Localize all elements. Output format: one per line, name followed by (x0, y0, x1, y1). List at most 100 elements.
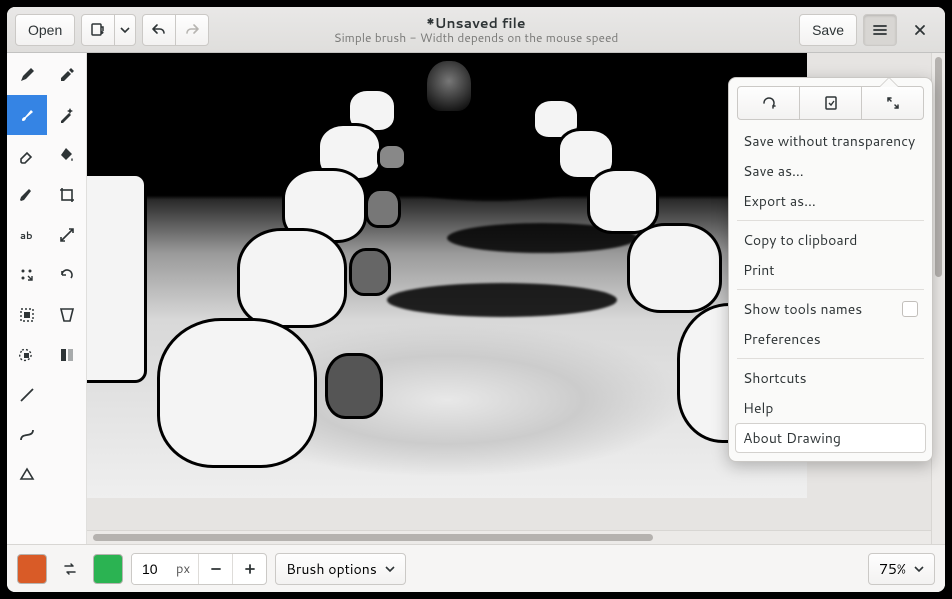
tool-rotate[interactable] (47, 255, 87, 295)
fullscreen-button[interactable] (861, 86, 924, 120)
new-tab-icon (90, 22, 106, 38)
app-window: Open *Unsaved file Simple brush - Width … (7, 7, 945, 592)
tool-free-select[interactable] (7, 335, 47, 375)
chevron-down-icon (914, 564, 924, 574)
tool-magic[interactable] (47, 95, 87, 135)
vertical-scroll-thumb[interactable] (935, 57, 942, 277)
zoom-label: 75% (879, 559, 906, 579)
hamburger-icon (872, 22, 888, 38)
tool-color-picker[interactable] (47, 55, 87, 95)
menu-print[interactable]: Print (735, 255, 926, 285)
tool-rect-select[interactable] (7, 295, 47, 335)
menu-save-without-transparency[interactable]: Save without transparency (735, 126, 926, 156)
brush-options-label: Brush options (286, 559, 377, 579)
size-decrease-button[interactable] (198, 554, 232, 584)
close-window-button[interactable] (903, 14, 937, 46)
menu-shortcuts[interactable]: Shortcuts (735, 363, 926, 393)
plus-icon (243, 562, 257, 576)
canvas-image (87, 53, 807, 498)
swap-colors-button[interactable] (55, 554, 85, 584)
toolbox: ab (7, 53, 87, 544)
eraser-icon (18, 146, 36, 164)
tool-curve[interactable] (7, 415, 47, 455)
bottombar: px Brush options 75% (7, 544, 945, 592)
free-select-icon (18, 346, 36, 364)
menu-copy-clipboard[interactable]: Copy to clipboard (735, 225, 926, 255)
tool-points[interactable] (7, 255, 47, 295)
tool-deform[interactable] (47, 295, 87, 335)
new-menu-group (81, 14, 136, 46)
hamburger-menu-button[interactable] (863, 14, 897, 46)
highlighter-icon (18, 186, 36, 204)
tool-blank1 (47, 375, 87, 415)
magic-icon (58, 106, 76, 124)
page-icon (823, 95, 839, 111)
rect-select-icon (18, 306, 36, 324)
color-picker-icon (58, 66, 76, 84)
size-input[interactable] (132, 554, 176, 584)
redo-button[interactable] (175, 14, 209, 46)
new-tab-button[interactable] (81, 14, 115, 46)
size-unit-label: px (176, 560, 198, 578)
tool-blank3 (47, 455, 87, 495)
horizontal-scrollbar[interactable] (87, 530, 931, 544)
size-input-group: px (131, 553, 267, 585)
open-button[interactable]: Open (15, 14, 75, 46)
reload-icon (761, 95, 777, 111)
menu-show-tools-names[interactable]: Show tools names (735, 294, 926, 324)
tool-eraser[interactable] (7, 135, 47, 175)
tool-scale[interactable] (47, 215, 87, 255)
tool-filters[interactable] (47, 335, 87, 375)
menu-about[interactable]: About Drawing (735, 423, 926, 453)
chevron-down-icon (120, 25, 130, 35)
tool-crop[interactable] (47, 175, 87, 215)
scale-icon (58, 226, 76, 244)
shape-icon (18, 466, 36, 484)
tool-shape[interactable] (7, 455, 47, 495)
redo-icon (184, 22, 200, 38)
new-dropdown-button[interactable] (114, 14, 136, 46)
close-icon (913, 23, 927, 37)
zoom-button[interactable]: 75% (868, 553, 935, 585)
pencil-icon (18, 66, 36, 84)
tool-fill[interactable] (47, 135, 87, 175)
filters-icon (58, 346, 76, 364)
deform-icon (58, 306, 76, 324)
horizontal-scroll-thumb[interactable] (93, 534, 653, 541)
rotate-icon (58, 266, 76, 284)
tool-text[interactable]: ab (7, 215, 47, 255)
save-button[interactable]: Save (799, 14, 857, 46)
menu-button-row (737, 86, 924, 120)
swap-icon (61, 560, 79, 578)
minus-icon (209, 562, 223, 576)
tool-highlighter[interactable] (7, 175, 47, 215)
brush-options-button[interactable]: Brush options (275, 553, 406, 585)
points-icon (18, 266, 36, 284)
undo-redo-group (142, 14, 209, 46)
menu-preferences[interactable]: Preferences (735, 324, 926, 354)
secondary-color-swatch[interactable] (93, 554, 123, 584)
chevron-down-icon (385, 564, 395, 574)
text-icon: ab (18, 226, 36, 244)
show-tools-names-checkbox[interactable] (902, 301, 918, 317)
size-increase-button[interactable] (232, 554, 266, 584)
headerbar: Open *Unsaved file Simple brush - Width … (7, 7, 945, 53)
tool-brush[interactable] (7, 95, 47, 135)
primary-color-swatch[interactable] (17, 554, 47, 584)
reload-button[interactable] (737, 86, 800, 120)
brush-icon (18, 106, 36, 124)
vertical-scrollbar[interactable] (931, 53, 945, 544)
menu-export-as[interactable]: Export as… (735, 186, 926, 216)
menu-save-as[interactable]: Save as… (735, 156, 926, 186)
tool-line[interactable] (7, 375, 47, 415)
main-menu-popover: Save without transparency Save as… Expor… (728, 77, 933, 462)
curve-icon (18, 426, 36, 444)
undo-button[interactable] (142, 14, 176, 46)
tool-pencil[interactable] (7, 55, 47, 95)
properties-button[interactable] (799, 86, 862, 120)
fill-icon (58, 146, 76, 164)
line-icon (18, 386, 36, 404)
tool-blank2 (47, 415, 87, 455)
undo-icon (151, 22, 167, 38)
menu-help[interactable]: Help (735, 393, 926, 423)
